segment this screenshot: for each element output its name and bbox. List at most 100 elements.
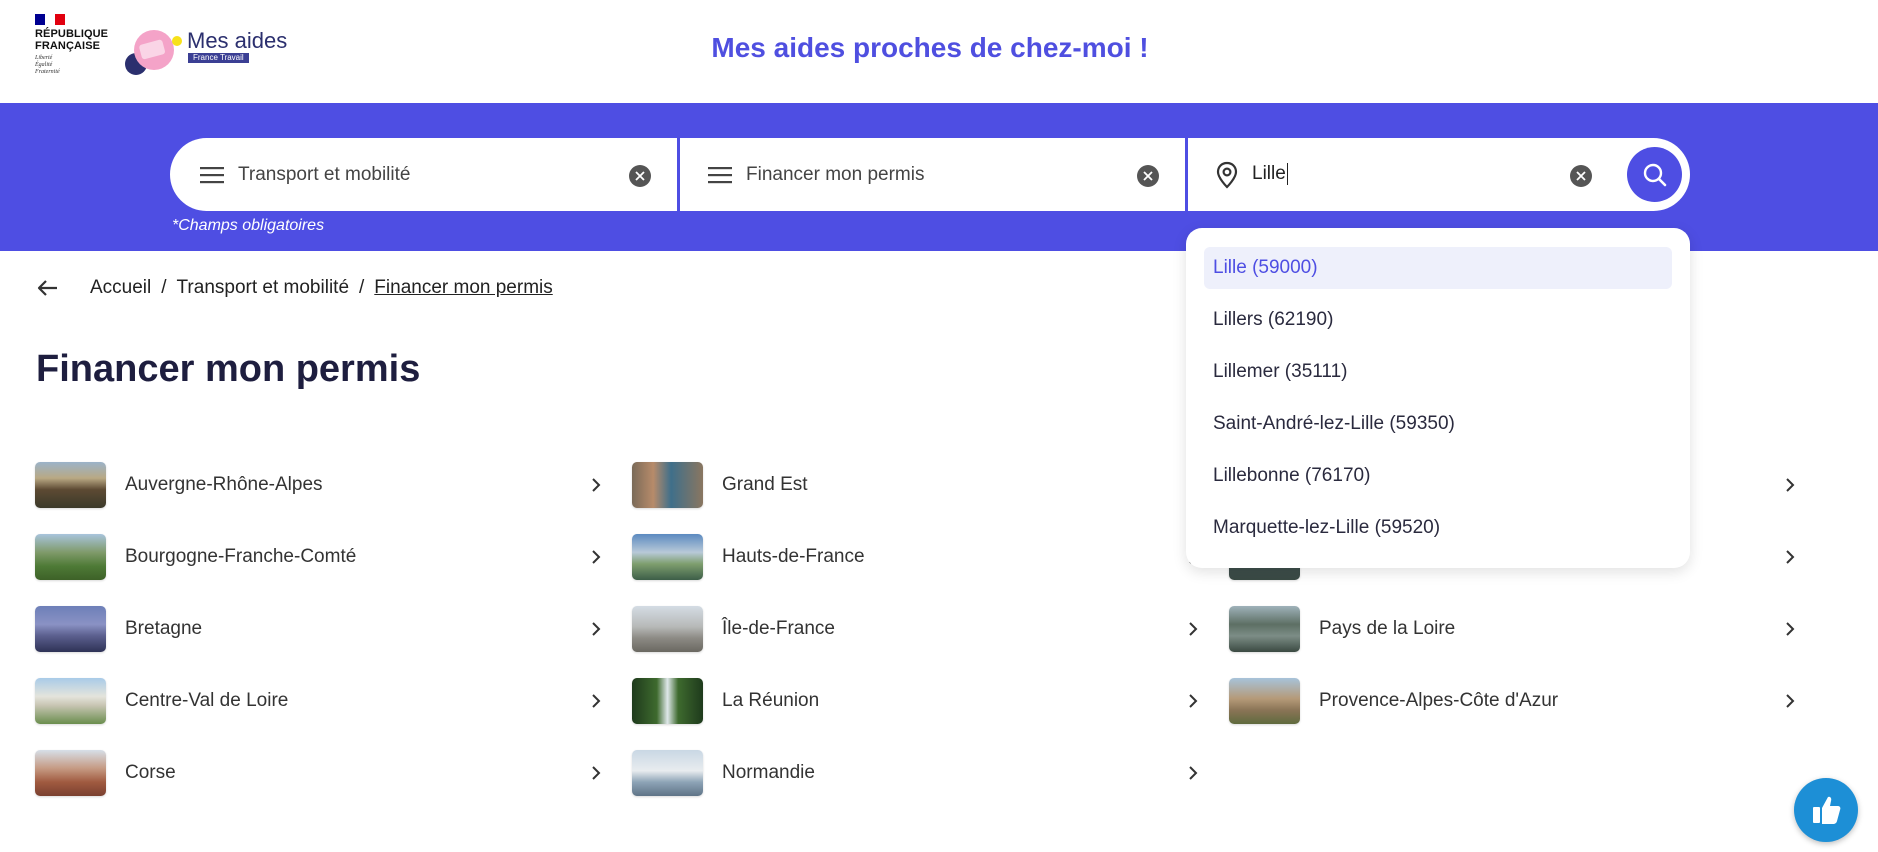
region-item[interactable]: Centre-Val de Loire [35, 678, 605, 724]
suggestion-option[interactable]: Lillebonne (76170) [1204, 455, 1672, 497]
region-item[interactable]: Provence-Alpes-Côte d'Azur [1229, 678, 1799, 724]
thumbs-up-icon [1813, 796, 1841, 824]
menu-icon [708, 166, 732, 183]
location-pin-icon [1216, 161, 1238, 189]
region-item[interactable]: Bourgogne-Franche-Comté [35, 534, 605, 580]
clear-location-button[interactable] [1570, 165, 1592, 187]
region-item[interactable]: La Réunion [632, 678, 1202, 724]
rf-line-1: RÉPUBLIQUE [35, 28, 109, 40]
feedback-button[interactable] [1794, 778, 1858, 842]
region-name: Grand Est [722, 474, 808, 495]
region-thumbnail [632, 534, 703, 580]
need-value: Financer mon permis [746, 163, 925, 185]
back-arrow-icon[interactable] [36, 276, 60, 300]
region-item[interactable]: Hauts-de-France [632, 534, 1202, 580]
chevron-right-icon [592, 550, 601, 564]
region-item[interactable]: Auvergne-Rhône-Alpes [35, 462, 605, 508]
close-icon [1576, 171, 1586, 181]
breadcrumb-home[interactable]: Accueil [90, 277, 151, 299]
region-thumbnail [1229, 678, 1300, 724]
region-name: La Réunion [722, 690, 820, 711]
motto-egalite: Égalité [35, 62, 53, 68]
location-suggestions-dropdown: Lille (59000) Lillers (62190) Lillemer (… [1186, 228, 1690, 568]
site-title: Mes aides proches de chez-moi ! [711, 32, 1149, 63]
chevron-right-icon [592, 478, 601, 492]
mes-aides-logo[interactable]: Mes aides France Travail [124, 26, 294, 80]
region-item[interactable]: Corse [35, 750, 605, 796]
region-name: Bourgogne-Franche-Comté [125, 546, 357, 567]
search-button[interactable] [1627, 147, 1682, 202]
breadcrumb: Accueil / Transport et mobilité / Financ… [36, 276, 553, 300]
mes-aides-title: Mes aides [187, 28, 288, 53]
category-field[interactable]: Transport et mobilité [170, 138, 677, 211]
region-thumbnail [632, 462, 703, 508]
breadcrumb-separator: / [359, 277, 365, 298]
suggestion-option[interactable]: Marquette-lez-Lille (59520) [1204, 507, 1672, 549]
chevron-right-icon [592, 622, 601, 636]
motto-fraternite: Fraternité [35, 69, 60, 75]
region-name: Hauts-de-France [722, 546, 865, 567]
region-name: Provence-Alpes-Côte d'Azur [1319, 690, 1559, 711]
region-thumbnail [35, 534, 106, 580]
republique-francaise-logo[interactable]: RÉPUBLIQUE FRANÇAISE Liberté Égalité Fra… [35, 14, 115, 76]
region-item[interactable]: Bretagne [35, 606, 605, 652]
region-name: Centre-Val de Loire [125, 690, 289, 711]
breadcrumb-category[interactable]: Transport et mobilité [177, 277, 349, 299]
chevron-right-icon [592, 694, 601, 708]
french-flag-icon [35, 14, 65, 25]
region-item[interactable]: Pays de la Loire [1229, 606, 1799, 652]
site-header: RÉPUBLIQUE FRANÇAISE Liberté Égalité Fra… [0, 0, 1878, 103]
breadcrumb-current[interactable]: Financer mon permis [374, 277, 552, 299]
search-icon [1643, 163, 1666, 186]
location-input[interactable]: Lille [1252, 163, 1288, 186]
breadcrumb-separator: / [161, 277, 167, 298]
motto-liberte: Liberté [35, 55, 53, 61]
region-item[interactable]: Normandie [632, 750, 1202, 796]
suggestion-option[interactable]: Lillers (62190) [1204, 299, 1672, 341]
region-thumbnail [632, 750, 703, 796]
location-value: Lille [1252, 163, 1286, 185]
region-thumbnail [35, 678, 106, 724]
clear-need-button[interactable] [1137, 165, 1159, 187]
chevron-right-icon [1189, 622, 1198, 636]
mes-aides-emblem-icon [125, 30, 182, 75]
chevron-right-icon [1189, 694, 1198, 708]
close-icon [1143, 171, 1153, 181]
region-thumbnail [632, 606, 703, 652]
chevron-right-icon [1786, 550, 1795, 564]
rf-line-2: FRANÇAISE [35, 40, 101, 52]
region-name: Bretagne [125, 618, 203, 639]
region-name: Pays de la Loire [1319, 618, 1456, 639]
close-icon [635, 171, 645, 181]
region-name: Auvergne-Rhône-Alpes [125, 474, 323, 495]
location-field[interactable]: Lille [1185, 138, 1690, 211]
region-thumbnail [1229, 606, 1300, 652]
clear-category-button[interactable] [629, 165, 651, 187]
menu-icon [200, 166, 224, 183]
region-name: Corse [125, 762, 176, 783]
chevron-right-icon [1189, 766, 1198, 780]
region-thumbnail [35, 750, 106, 796]
region-item[interactable]: Grand Est [632, 462, 1202, 508]
region-name: Normandie [722, 762, 815, 783]
suggestion-option[interactable]: Saint-André-lez-Lille (59350) [1204, 403, 1672, 445]
suggestion-option[interactable]: Lillemer (35111) [1204, 351, 1672, 393]
region-name: Île-de-France [722, 618, 835, 639]
chevron-right-icon [1786, 478, 1795, 492]
search-bar: Transport et mobilité Financer mon permi… [170, 138, 1690, 211]
rf-motto: Liberté Égalité Fraternité [35, 55, 115, 76]
chevron-right-icon [592, 766, 601, 780]
region-item[interactable]: Île-de-France [632, 606, 1202, 652]
region-thumbnail [632, 678, 703, 724]
chevron-right-icon [1786, 694, 1795, 708]
suggestion-option[interactable]: Lille (59000) [1204, 247, 1672, 289]
text-caret [1286, 163, 1288, 186]
required-fields-note: *Champs obligatoires [172, 217, 325, 234]
category-value: Transport et mobilité [238, 163, 411, 185]
mes-aides-subtitle: France Travail [188, 53, 249, 63]
region-thumbnail [35, 462, 106, 508]
chevron-right-icon [1786, 622, 1795, 636]
page-title: Financer mon permis [36, 348, 421, 390]
region-thumbnail [35, 606, 106, 652]
need-field[interactable]: Financer mon permis [677, 138, 1185, 211]
